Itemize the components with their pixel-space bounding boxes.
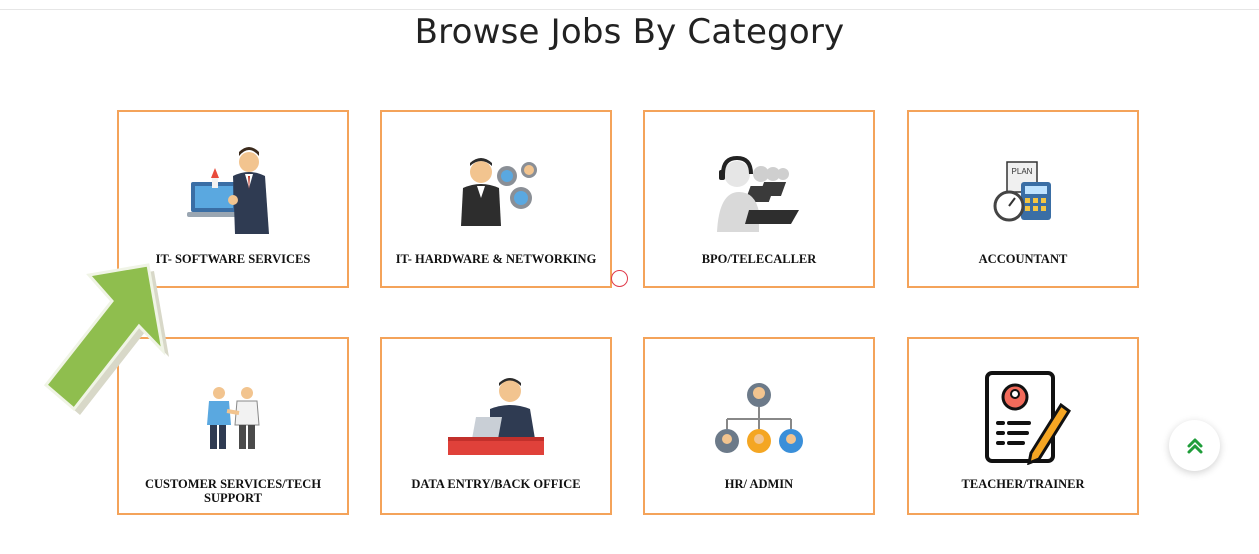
data-entry-icon [382, 375, 610, 457]
category-label: TEACHER/TRAINER [961, 477, 1085, 491]
call-center-icon [645, 152, 873, 232]
scroll-to-top-button[interactable] [1169, 420, 1220, 471]
pointer-arrow-icon [43, 263, 169, 415]
category-label: DATA ENTRY/BACK OFFICE [411, 477, 581, 491]
category-card-it-hardware[interactable]: IT- HARDWARE & NETWORKING [380, 110, 612, 288]
category-card-bpo-telecaller[interactable]: BPO/TELECALLER [643, 110, 875, 288]
category-label: BPO/TELECALLER [701, 252, 817, 266]
resume-pen-icon [909, 371, 1137, 465]
accounting-calculator-icon: PLAN [909, 160, 1137, 224]
category-label: HR/ ADMIN [724, 477, 794, 491]
category-label: CUSTOMER SERVICES/TECH SUPPORT [144, 477, 322, 505]
double-chevron-up-icon [1187, 438, 1202, 453]
hardware-networking-icon [382, 154, 610, 226]
category-card-hr-admin[interactable]: HR/ ADMIN [643, 337, 875, 515]
category-card-teacher-trainer[interactable]: TEACHER/TRAINER [907, 337, 1139, 515]
category-label: IT- HARDWARE & NETWORKING [395, 252, 597, 266]
org-chart-icon [645, 381, 873, 457]
category-label: ACCOUNTANT [978, 252, 1068, 266]
plan-text: PLAN [1012, 167, 1033, 176]
category-card-data-entry[interactable]: DATA ENTRY/BACK OFFICE [380, 337, 612, 515]
category-card-accountant[interactable]: PLAN ACCOUNTANT [907, 110, 1139, 288]
cursor-indicator [611, 270, 628, 287]
